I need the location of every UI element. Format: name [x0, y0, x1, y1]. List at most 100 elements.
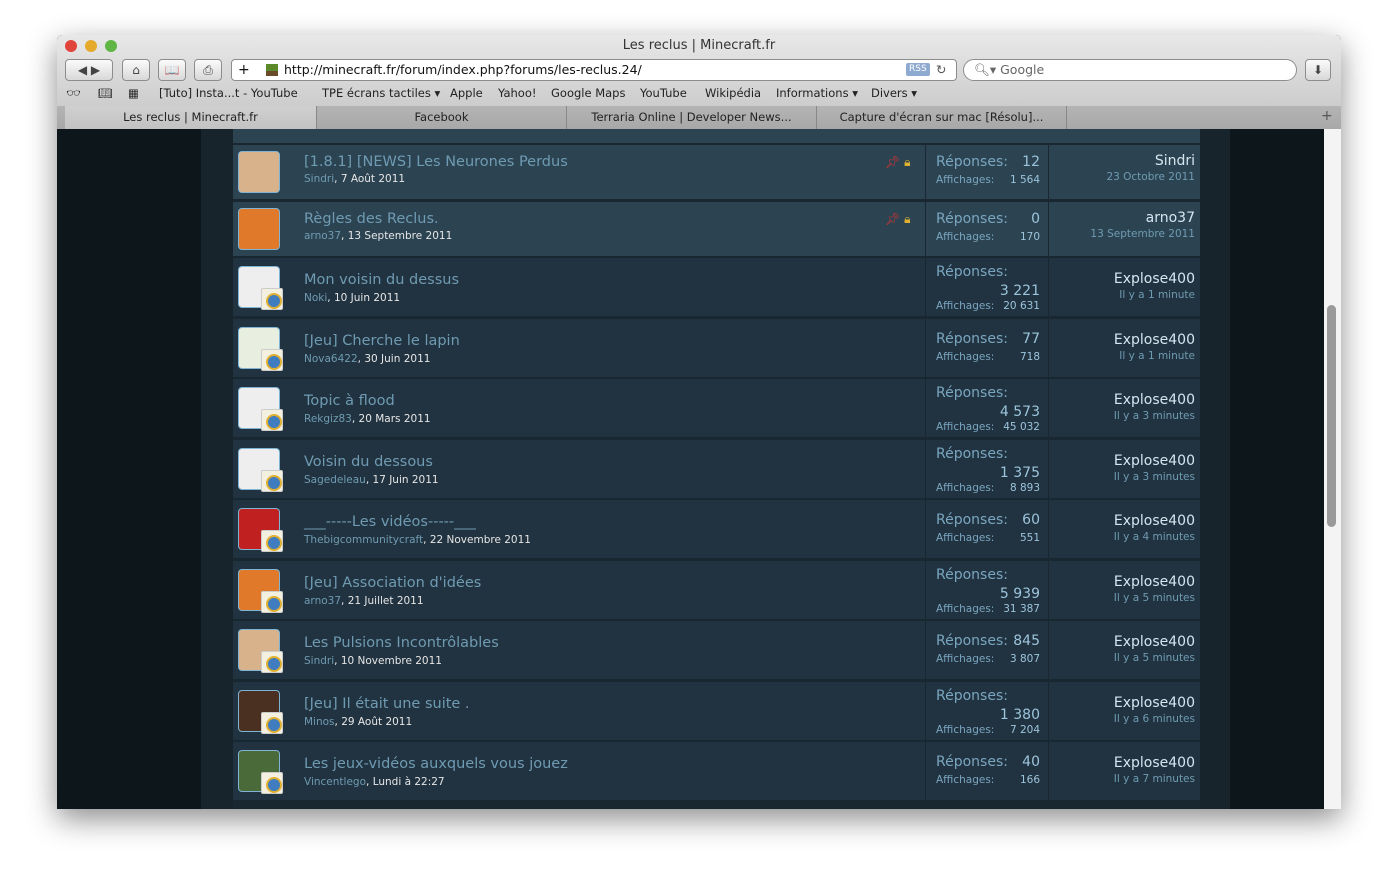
tab-les-reclus[interactable]: Les reclus | Minecraft.fr [65, 106, 317, 129]
bookmarks-icon[interactable]: 📖︎ [98, 86, 113, 100]
back-forward-button[interactable]: ◀ ▶ [65, 59, 113, 81]
rank-badge-icon [261, 349, 283, 371]
replies-label: Réponses: [936, 446, 1008, 462]
thread-row[interactable]: Mon voisin du dessus Noki, 10 Juin 2011 … [233, 258, 1200, 316]
thread-title-link[interactable]: Topic à flood [304, 393, 395, 409]
last-post-time: 23 Octobre 2011 [1106, 171, 1195, 183]
downloads-icon[interactable]: ⬇ [1305, 59, 1331, 81]
last-post-user-link[interactable]: Explose400 [1114, 513, 1195, 529]
thread-date: 10 Novembre 2011 [340, 655, 442, 667]
rank-badge-icon [261, 591, 283, 613]
address-bar[interactable]: + http://minecraft.fr/forum/index.php?fo… [231, 59, 957, 81]
author-link[interactable]: arno37 [304, 595, 341, 607]
views-count: 166 [1019, 774, 1040, 786]
browser-window: Les reclus | Minecraft.fr ◀ ▶ ⌂ 📖 ⎙ + ht… [57, 35, 1341, 809]
scrollbar-thumb[interactable] [1327, 305, 1336, 527]
replies-label: Réponses: [936, 385, 1008, 401]
avatar[interactable] [238, 208, 280, 250]
last-post-user-link[interactable]: Explose400 [1114, 453, 1195, 469]
bookmark-item[interactable]: Google Maps [551, 86, 625, 100]
author-link[interactable]: Thebigcommunitycraft [304, 534, 423, 546]
lock-icon: 🔒︎ [904, 212, 911, 226]
author-link[interactable]: arno37 [304, 230, 341, 242]
last-post-user-link[interactable]: Sindri [1106, 153, 1195, 169]
last-post-time: Il y a 5 minutes [1113, 652, 1195, 664]
thread-date: 22 Novembre 2011 [429, 534, 531, 546]
last-post-user-link[interactable]: Explose400 [1114, 271, 1195, 287]
new-tab-button[interactable]: + [1321, 108, 1333, 124]
thread-title-link[interactable]: [1.8.1] [NEWS] Les Neurones Perdus [304, 154, 568, 170]
avatar[interactable] [238, 151, 280, 193]
last-post-user-link[interactable]: Explose400 [1114, 392, 1195, 408]
last-post-user-link[interactable]: Explose400 [1114, 332, 1195, 348]
tab-terraria[interactable]: Terraria Online | Developer News... [567, 106, 817, 129]
thread-row-partial[interactable] [233, 129, 1200, 143]
views-label: Affichages: [936, 300, 995, 312]
bookmark-item[interactable]: Yahoo! [498, 86, 536, 100]
bookmark-item[interactable]: YouTube [640, 86, 687, 100]
rank-badge-icon [261, 288, 283, 310]
replies-label: Réponses: [936, 688, 1008, 704]
thread-title-link[interactable]: Voisin du dessous [304, 454, 433, 470]
thread-row[interactable]: Règles des Reclus. arno37, 13 Septembre … [233, 202, 1200, 256]
bookmark-item[interactable]: TPE écrans tactiles ▾ [322, 86, 440, 100]
thread-title-link[interactable]: Règles des Reclus. [304, 211, 439, 227]
thread-row[interactable]: [Jeu] Il était une suite . Minos, 29 Aoû… [233, 682, 1200, 740]
thread-row[interactable]: Voisin du dessous Sagedeleau, 17 Juin 20… [233, 440, 1200, 498]
author-link[interactable]: Rekgiz83 [304, 413, 352, 425]
reading-list-icon[interactable]: 👓︎ [66, 86, 81, 100]
author-link[interactable]: Sindri [304, 655, 334, 667]
bookmark-item[interactable]: Wikipédia [705, 86, 761, 100]
author-link[interactable]: Nova6422 [304, 353, 358, 365]
thread-title-link[interactable]: Les jeux-vidéos auxquels vous jouez [304, 756, 568, 772]
bookmark-item[interactable]: Divers ▾ [871, 86, 917, 100]
top-sites-icon[interactable]: ▦ [128, 86, 139, 100]
views-count: 170 [1019, 231, 1040, 243]
thread-row[interactable]: [Jeu] Association d'idées arno37, 21 Jui… [233, 561, 1200, 619]
reload-icon[interactable]: ↻ [936, 60, 946, 80]
thread-title-link[interactable]: Mon voisin du dessus [304, 272, 459, 288]
author-link[interactable]: Sagedeleau [304, 474, 366, 486]
last-post: Explose400 Il y a 3 minutes [1114, 453, 1195, 483]
thread-row[interactable]: Les jeux-vidéos auxquels vous jouez Vinc… [233, 742, 1200, 800]
thread-meta: arno37, 21 Juillet 2011 [304, 595, 424, 607]
bookmarks-icon[interactable]: 📖 [158, 59, 186, 81]
bookmark-item[interactable]: [Tuto] Insta...t - YouTube [159, 86, 298, 100]
author-link[interactable]: Noki [304, 292, 327, 304]
thread-row[interactable]: [1.8.1] [NEWS] Les Neurones Perdus Sindr… [233, 145, 1200, 199]
print-icon[interactable]: ⎙ [194, 59, 222, 81]
replies-count: 1 380 [999, 707, 1040, 723]
thread-title-link[interactable]: Les Pulsions Incontrôlables [304, 635, 499, 651]
rss-button[interactable]: RSS [906, 63, 930, 76]
browser-chrome: Les reclus | Minecraft.fr ◀ ▶ ⌂ 📖 ⎙ + ht… [57, 35, 1341, 129]
thread-row[interactable]: ___-----Les vidéos-----___ Thebigcommuni… [233, 500, 1200, 558]
thread-title-link[interactable]: [Jeu] Cherche le lapin [304, 333, 460, 349]
thread-title-link[interactable]: [Jeu] Association d'idées [304, 575, 481, 591]
last-post-user-link[interactable]: arno37 [1090, 210, 1195, 226]
tab-facebook[interactable]: Facebook [317, 106, 567, 129]
bookmark-item[interactable]: Apple [450, 86, 483, 100]
last-post-user-link[interactable]: Explose400 [1114, 755, 1195, 771]
home-icon[interactable]: ⌂ [122, 59, 150, 81]
thread-title-link[interactable]: ___-----Les vidéos-----___ [304, 514, 476, 530]
search-input[interactable]: 🔍︎▾ Google [963, 59, 1297, 81]
tab-capture[interactable]: Capture d'écran sur mac [Résolu]... [817, 106, 1067, 129]
last-post-user-link[interactable]: Explose400 [1114, 634, 1195, 650]
author-link[interactable]: Vincentlego [304, 776, 366, 788]
replies-label: Réponses: [936, 264, 1008, 280]
views-count: 1 564 [1009, 174, 1040, 186]
thread-row[interactable]: Les Pulsions Incontrôlables Sindri, 10 N… [233, 621, 1200, 679]
views-count: 31 387 [1003, 603, 1040, 615]
bookmark-item[interactable]: Informations ▾ [776, 86, 858, 100]
thread-row[interactable]: [Jeu] Cherche le lapin Nova6422, 30 Juin… [233, 319, 1200, 377]
last-post-user-link[interactable]: Explose400 [1114, 574, 1195, 590]
thread-row[interactable]: Topic à flood Rekgiz83, 20 Mars 2011 Rép… [233, 379, 1200, 437]
last-post: Explose400 Il y a 6 minutes [1114, 695, 1195, 725]
author-link[interactable]: Sindri [304, 173, 334, 185]
last-post-user-link[interactable]: Explose400 [1114, 695, 1195, 711]
author-link[interactable]: Minos [304, 716, 335, 728]
thread-date: 29 Août 2011 [341, 716, 413, 728]
last-post-time: Il y a 1 minute [1119, 289, 1195, 301]
thread-title-link[interactable]: [Jeu] Il était une suite . [304, 696, 470, 712]
add-bookmark-icon[interactable]: + [238, 60, 250, 80]
